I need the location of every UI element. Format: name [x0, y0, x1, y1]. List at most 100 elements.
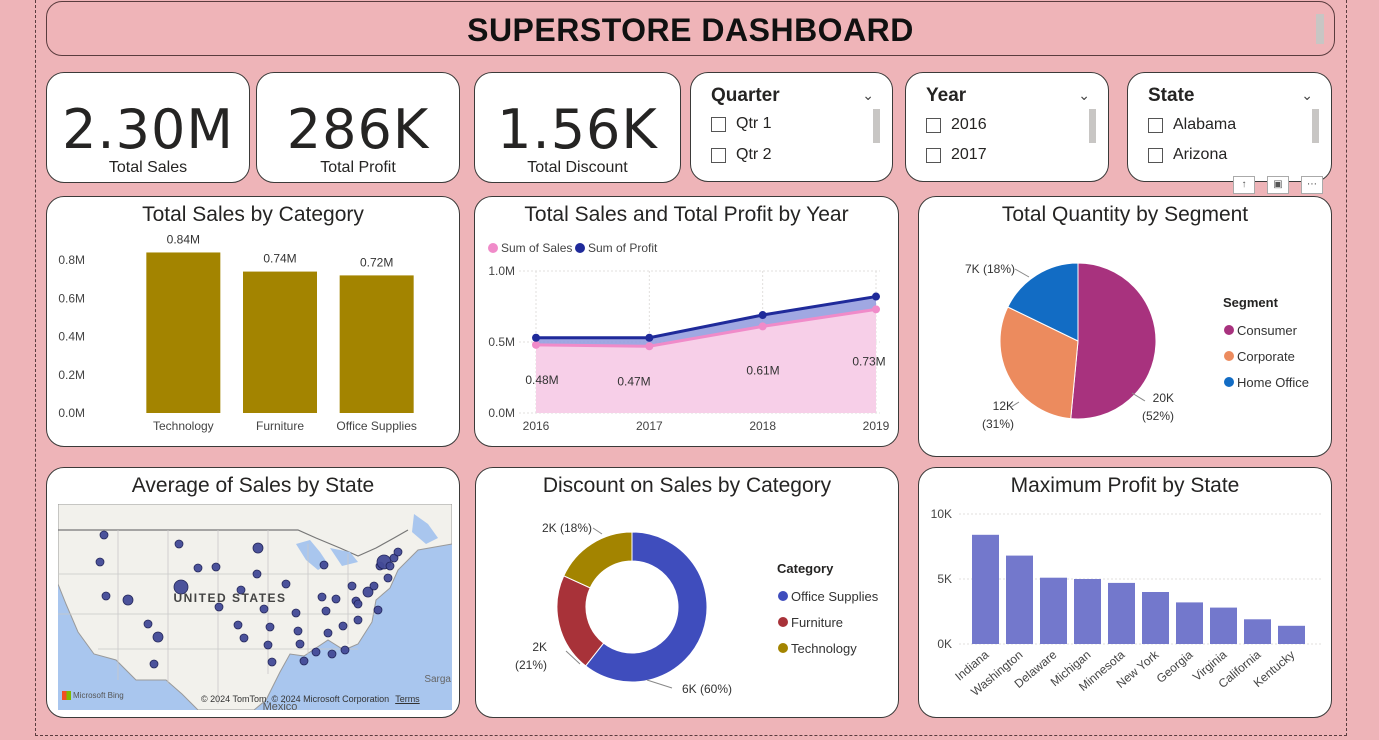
country-label: UNITED STATES	[173, 591, 286, 605]
checkbox[interactable]	[1148, 147, 1163, 163]
data-bubble	[281, 579, 291, 589]
checkbox[interactable]	[711, 116, 726, 132]
legend-label: Home Office	[1237, 375, 1309, 390]
kpi-value: 286K	[286, 98, 430, 161]
kpi-value: 1.56K	[497, 98, 658, 161]
slicer-option[interactable]: 2016	[926, 116, 987, 134]
bar	[1074, 579, 1101, 644]
legend-label: Consumer	[1237, 323, 1298, 338]
kpi-card-total-discount[interactable]: 1.56K Total Discount	[474, 72, 681, 183]
data-bubble	[193, 563, 203, 573]
kpi-card-total-profit[interactable]: 286K Total Profit	[256, 72, 460, 183]
x-tick-label: 2019	[863, 419, 890, 433]
y-tick-label: 0.0M	[488, 406, 515, 420]
kpi-card-total-sales[interactable]: 2.30M Total Sales	[46, 72, 250, 183]
chart-title: Average of Sales by State	[131, 474, 375, 497]
legend-label: Furniture	[791, 615, 843, 630]
data-bubble	[327, 649, 337, 659]
slicer-option-label: Qtr 1	[736, 115, 772, 132]
checkbox[interactable]	[926, 147, 941, 163]
data-bubble	[338, 621, 348, 631]
y-tick-label: 0.4M	[58, 330, 85, 344]
chart-sales-profit-by-year[interactable]: Total Sales and Total Profit by Year Sum…	[474, 196, 899, 447]
legend-label: Technology	[791, 641, 857, 656]
data-bubble	[393, 547, 403, 557]
data-bubble	[143, 619, 153, 629]
chart-avg-sales-by-state[interactable]: Average of Sales by State UNITED STATES M…	[46, 467, 460, 718]
y-tick-label: 5K	[937, 572, 952, 586]
data-bubble	[149, 659, 159, 669]
data-point	[532, 333, 540, 342]
data-label: 0.48M	[525, 373, 558, 387]
slicer-title: State	[1148, 85, 1195, 106]
pin-icon[interactable]: ↑	[1233, 176, 1255, 194]
data-bubble	[263, 640, 273, 650]
chart-max-profit-by-state[interactable]: Maximum Profit by State 0K 5K 10K Indiana Wa…	[918, 467, 1332, 718]
bar	[1108, 582, 1135, 644]
data-bubble	[95, 557, 105, 567]
checkbox[interactable]	[711, 147, 726, 163]
data-bubble	[319, 560, 329, 570]
bar	[243, 271, 317, 413]
legend-title: Category	[777, 561, 834, 576]
data-bubble	[101, 591, 111, 601]
data-bubble	[291, 608, 301, 618]
data-bubble	[233, 620, 243, 630]
chart-svg: 0.0M 0.2M 0.4M 0.6M 0.8M 0.84M Technology 0.74M…	[58, 232, 417, 433]
slicer-option[interactable]: Alabama	[1148, 116, 1236, 134]
chevron-down-icon[interactable]: ⌄	[862, 87, 874, 104]
slicer-option[interactable]: Arizona	[1148, 146, 1227, 164]
data-bubble	[353, 615, 363, 625]
data-bubble	[152, 631, 164, 643]
scrollbar[interactable]	[1089, 109, 1096, 143]
legend-marker	[778, 591, 788, 601]
map-canvas[interactable]: UNITED STATES Mexico Sarga Microsoft Bing …	[58, 504, 452, 710]
map-copyright: © 2024 TomTom, © 2024 Microsoft Corporat…	[201, 694, 420, 704]
data-label: 0.74M	[263, 252, 296, 266]
slicer-option[interactable]: Qtr 2	[711, 146, 772, 164]
data-label: 0.84M	[167, 232, 200, 246]
data-bubble	[299, 656, 309, 666]
focus-mode-icon[interactable]: ▣	[1267, 176, 1289, 194]
legend-label: Sum of Sales	[501, 241, 572, 255]
data-bubble	[373, 605, 383, 615]
checkbox[interactable]	[1148, 117, 1163, 133]
slicer-option[interactable]: Qtr 1	[711, 115, 772, 133]
y-tick-label: 0.8M	[58, 253, 85, 267]
slicer-year[interactable]: Year ⌄ 2016 2017	[905, 72, 1109, 182]
chart-quantity-by-segment[interactable]: Total Quantity by Segment 20K (52%) 12K (31…	[918, 196, 1332, 457]
legend-label: Sum of Profit	[588, 241, 658, 255]
land-area	[58, 504, 452, 710]
slicer-state[interactable]: State ⌄ Alabama Arizona	[1127, 72, 1332, 182]
data-bubble	[252, 542, 264, 554]
chart-sales-by-category[interactable]: Total Sales by Category 0.0M 0.2M 0.4M 0.6M…	[46, 196, 460, 447]
chart-discount-by-category[interactable]: Discount on Sales by Category 6K (60%) 2K…	[475, 467, 899, 718]
map-terms-link[interactable]: Terms	[395, 694, 420, 704]
sarga-label: Sarga	[424, 674, 451, 685]
scrollbar[interactable]	[873, 109, 880, 143]
legend-marker	[1224, 377, 1234, 387]
chart-svg: 6K (60%) 2K (21%) 2K (18%) Category Office Su…	[515, 521, 879, 696]
leader-line	[1131, 392, 1146, 402]
more-options-icon[interactable]: ⋯	[1301, 176, 1323, 194]
y-tick-label: 0.2M	[58, 368, 85, 382]
map-copyright-text: © 2024 TomTom, © 2024 Microsoft Corporat…	[201, 694, 390, 704]
checkbox[interactable]	[926, 117, 941, 133]
slicer-option-label: 2017	[951, 146, 987, 163]
scrollbar[interactable]	[1312, 109, 1319, 143]
legend-marker	[1224, 325, 1234, 335]
bing-logo: Microsoft Bing	[62, 691, 124, 700]
leader-line	[646, 679, 673, 689]
pie-slice	[563, 531, 633, 589]
slicer-quarter[interactable]: Quarter ⌄ Qtr 1 Qtr 2	[690, 72, 893, 182]
data-point	[645, 342, 654, 351]
data-label: 6K (60%)	[682, 682, 732, 696]
chevron-down-icon[interactable]: ⌄	[1078, 87, 1090, 104]
chevron-down-icon[interactable]: ⌄	[1301, 87, 1313, 104]
y-tick-label: 0K	[937, 637, 952, 651]
scrollbar[interactable]	[1316, 14, 1324, 44]
data-label: 0.72M	[360, 255, 393, 269]
legend-label: Corporate	[1237, 349, 1295, 364]
slicer-option[interactable]: 2017	[926, 146, 987, 164]
kpi-value: 2.30M	[62, 98, 234, 161]
